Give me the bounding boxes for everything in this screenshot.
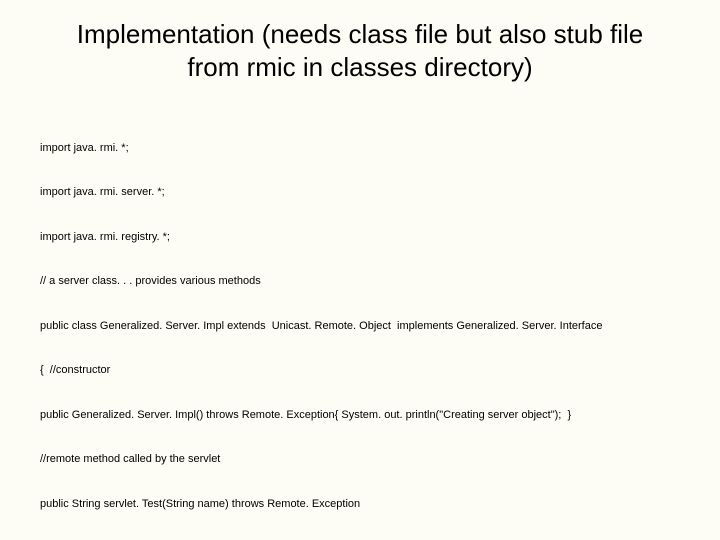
slide: Implementation (needs class file but als… (0, 0, 720, 540)
code-line: public Generalized. Server. Impl() throw… (40, 408, 680, 423)
code-line: import java. rmi. registry. *; (40, 230, 680, 245)
code-line: //remote method called by the servlet (40, 452, 680, 467)
slide-title: Implementation (needs class file but als… (40, 18, 680, 83)
code-line: public String servlet. Test(String name)… (40, 497, 680, 512)
code-line: public class Generalized. Server. Impl e… (40, 319, 680, 334)
code-line: { //constructor (40, 363, 680, 378)
code-line: // a server class. . . provides various … (40, 274, 680, 289)
code-block: import java. rmi. *; import java. rmi. s… (40, 111, 680, 540)
code-line: import java. rmi. server. *; (40, 185, 680, 200)
code-line: import java. rmi. *; (40, 141, 680, 156)
